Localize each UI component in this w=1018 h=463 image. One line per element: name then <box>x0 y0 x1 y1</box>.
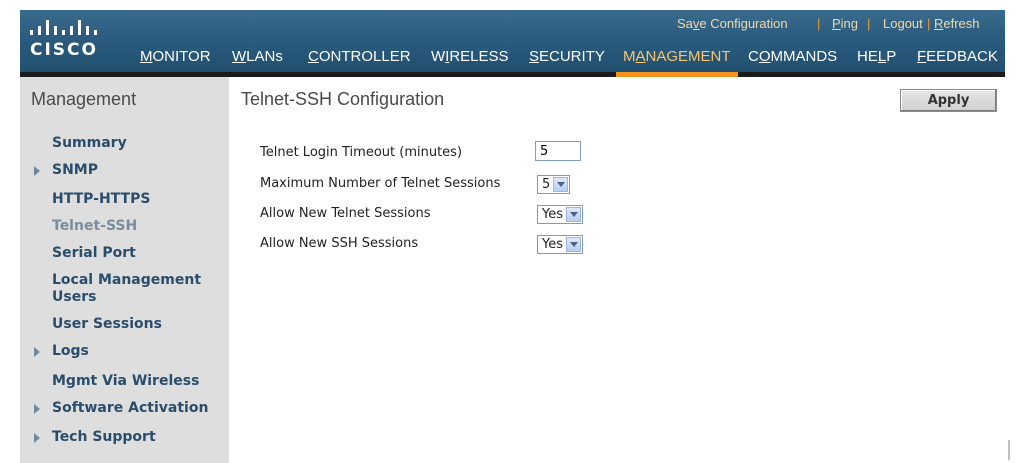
allow-ssh-label: Allow New SSH Sessions <box>260 236 419 251</box>
nav-feedback[interactable]: FEEDBACK <box>917 48 998 65</box>
allow-telnet-value: Yes <box>542 207 563 222</box>
nav-controller[interactable]: CONTROLLER <box>308 48 411 65</box>
sidebar-item-local-management-users[interactable]: Local Management Users <box>52 272 222 306</box>
sidebar: Management Summary SNMP HTTP-HTTPS Telne… <box>20 77 229 463</box>
save-configuration-link[interactable]: Save Configuration <box>677 16 788 31</box>
expand-arrow-icon[interactable] <box>34 404 40 414</box>
sidebar-item-software-activation[interactable]: Software Activation <box>52 400 222 417</box>
chevron-down-icon[interactable] <box>566 207 581 222</box>
nav-commands[interactable]: COMMANDS <box>748 48 837 65</box>
ping-link[interactable]: Ping <box>832 16 858 31</box>
nav-security[interactable]: SECURITY <box>529 48 605 65</box>
allow-ssh-value: Yes <box>542 237 563 252</box>
allow-telnet-label: Allow New Telnet Sessions <box>260 206 431 221</box>
sidebar-item-logs[interactable]: Logs <box>52 343 222 360</box>
nav-help[interactable]: HELP <box>857 48 896 65</box>
logout-link[interactable]: Logout <box>883 16 923 31</box>
nav-monitor[interactable]: MONITOR <box>140 48 211 65</box>
telnet-timeout-input[interactable] <box>535 141 581 161</box>
nav-wireless[interactable]: WIRELESS <box>431 48 509 65</box>
top-header: CISCO Save Configuration | Ping | Logout… <box>20 10 1005 72</box>
expand-arrow-icon[interactable] <box>34 347 40 357</box>
sidebar-item-serial-port[interactable]: Serial Port <box>52 245 222 262</box>
utility-separator: | <box>867 16 871 31</box>
expand-arrow-icon[interactable] <box>34 433 40 443</box>
telnet-timeout-label: Telnet Login Timeout (minutes) <box>260 145 463 160</box>
sidebar-title: Management <box>31 89 137 109</box>
sidebar-item-snmp[interactable]: SNMP <box>52 162 222 179</box>
active-tab-indicator <box>616 72 738 77</box>
allow-ssh-select[interactable]: Yes <box>537 235 583 254</box>
refresh-link[interactable]: Refresh <box>934 16 980 31</box>
nav-wlans[interactable]: WLANs <box>232 48 283 65</box>
sidebar-item-summary[interactable]: Summary <box>52 135 222 152</box>
max-telnet-sessions-value: 5 <box>542 177 551 192</box>
utility-separator: | <box>817 16 821 31</box>
scrollbar[interactable] <box>1008 440 1010 460</box>
page-title: Telnet-SSH Configuration <box>241 89 445 109</box>
sidebar-item-telnet-ssh[interactable]: Telnet-SSH <box>52 218 222 235</box>
chevron-down-icon[interactable] <box>553 177 569 192</box>
app-frame: CISCO Save Configuration | Ping | Logout… <box>0 0 1010 463</box>
sidebar-item-user-sessions[interactable]: User Sessions <box>52 316 222 333</box>
sidebar-item-mgmt-via-wireless[interactable]: Mgmt Via Wireless <box>52 373 222 390</box>
chevron-down-icon[interactable] <box>566 237 581 252</box>
apply-button[interactable]: Apply <box>900 89 997 112</box>
cisco-logo-text: CISCO <box>30 40 98 60</box>
max-telnet-sessions-label: Maximum Number of Telnet Sessions <box>260 176 501 191</box>
nav-management[interactable]: MANAGEMENT <box>623 48 731 65</box>
expand-arrow-icon[interactable] <box>34 166 40 176</box>
max-telnet-sessions-select[interactable]: 5 <box>537 175 571 194</box>
cisco-logo-icon <box>30 17 97 35</box>
utility-separator: | <box>927 16 931 31</box>
allow-telnet-select[interactable]: Yes <box>537 205 583 224</box>
sidebar-item-tech-support[interactable]: Tech Support <box>52 429 222 446</box>
sidebar-item-http-https[interactable]: HTTP-HTTPS <box>52 191 222 208</box>
